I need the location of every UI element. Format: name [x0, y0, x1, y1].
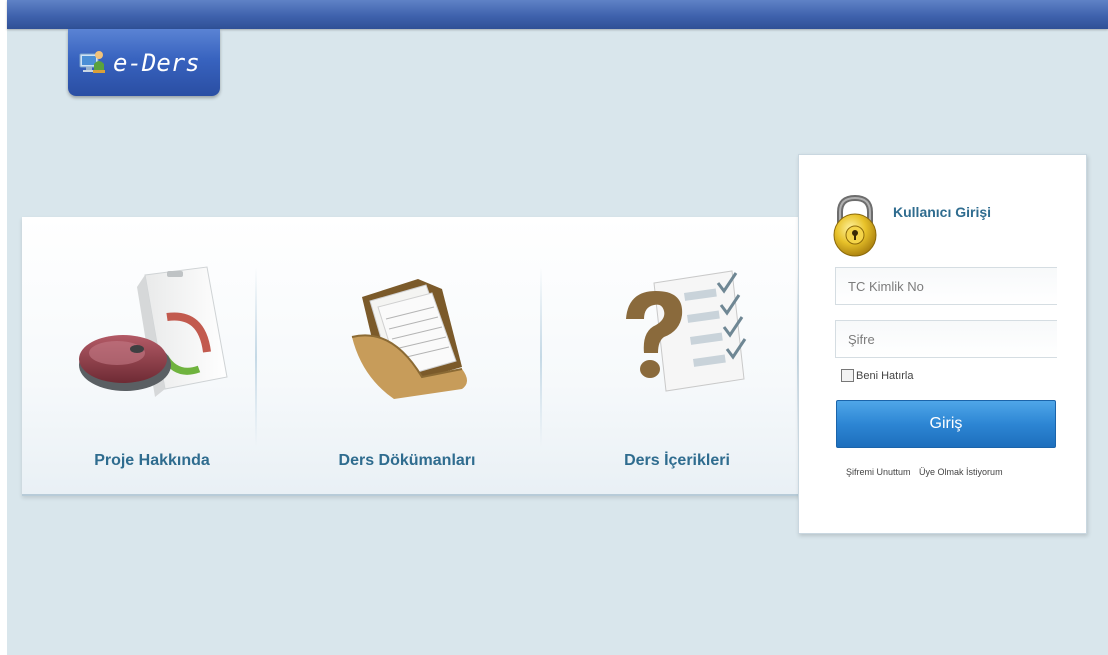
remember-me-label: Beni Hatırla — [856, 369, 914, 382]
login-title: Kullanıcı Girişi — [893, 204, 992, 220]
forgot-password-link[interactable]: Şifremi Unuttum — [846, 467, 911, 477]
tile-label-course-documents[interactable]: Ders Dökümanları — [292, 452, 522, 470]
remember-me-checkbox[interactable] — [841, 369, 854, 382]
top-header-bar — [7, 0, 1108, 29]
tile-separator — [255, 267, 257, 447]
site-logo[interactable]: e-Ders — [68, 29, 220, 96]
tile-project-about[interactable]: Proje Hakkında — [52, 257, 252, 469]
login-submit-button[interactable]: Giriş — [836, 400, 1056, 448]
tile-label-course-contents[interactable]: Ders İçerikleri — [562, 452, 792, 470]
folder-documents-icon — [351, 279, 467, 399]
tc-kimlik-input[interactable] — [835, 267, 1057, 305]
padlock-icon — [833, 195, 877, 257]
question-checklist-icon — [626, 270, 747, 392]
tile-course-contents[interactable]: Ders İçerikleri — [562, 257, 792, 469]
register-link[interactable]: Üye Olmak İstiyorum — [919, 467, 1003, 477]
remember-me-row[interactable]: Beni Hatırla — [841, 369, 913, 382]
tile-separator — [540, 267, 542, 447]
login-links: Şifremi Unuttum Üye Olmak İstiyorum — [846, 467, 1009, 477]
features-panel: Proje Hakkında Ders Dökümanları Ders İçe… — [22, 217, 812, 496]
tile-label-project-about[interactable]: Proje Hakkında — [52, 452, 252, 470]
computer-user-icon — [79, 50, 105, 73]
tile-course-documents[interactable]: Ders Dökümanları — [292, 257, 522, 469]
logo-text: e-Ders — [113, 48, 200, 77]
password-input[interactable] — [835, 320, 1057, 358]
page-left-edge — [0, 0, 7, 655]
login-box: Kullanıcı Girişi Beni Hatırla Giriş Şifr… — [798, 154, 1087, 534]
mouse-bag-icon — [79, 266, 228, 397]
